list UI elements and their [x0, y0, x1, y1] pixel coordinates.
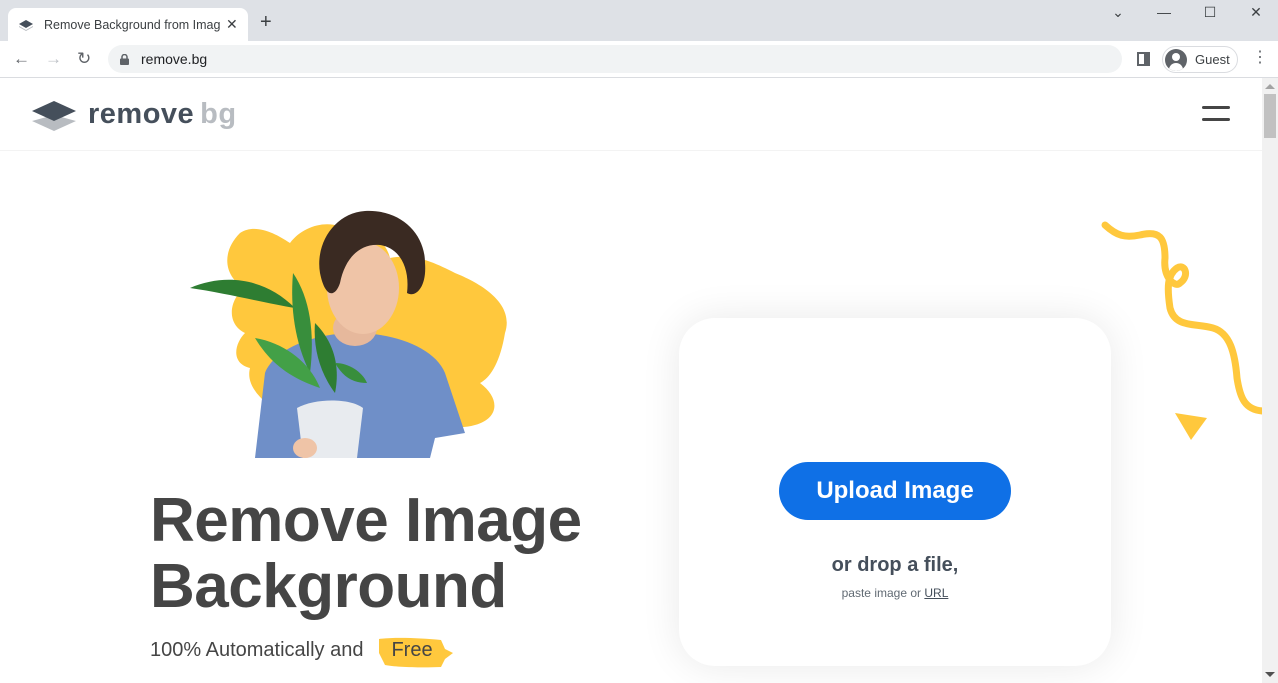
upload-image-button[interactable]: Upload Image [779, 462, 1011, 520]
hamburger-menu-icon[interactable] [1202, 106, 1230, 122]
browser-tab[interactable]: Remove Background from Image ✕ [8, 8, 248, 41]
hero-title-line2: Background [150, 552, 507, 621]
layers-logo-icon [32, 100, 76, 131]
tab-title: Remove Background from Image [44, 17, 220, 32]
browser-toolbar: ← → ↻ remove.bg Guest ⋮ [0, 41, 1278, 78]
url-link[interactable]: URL [924, 586, 948, 600]
site-logo[interactable]: remove bg [32, 98, 237, 131]
url-text: remove.bg [141, 51, 208, 67]
upload-card[interactable]: Upload Image or drop a file, paste image… [679, 318, 1111, 666]
more-menu-icon[interactable]: ⋮ [1252, 50, 1268, 66]
side-panel-icon[interactable] [1137, 52, 1150, 66]
page-scrollbar[interactable] [1262, 78, 1278, 683]
tab-search-icon[interactable]: ⌄ [1098, 4, 1138, 21]
yellow-triangle-shape [1175, 413, 1207, 440]
scroll-up-arrow-icon[interactable] [1265, 84, 1275, 89]
profile-name: Guest [1195, 52, 1230, 67]
back-icon[interactable]: ← [13, 49, 30, 69]
paste-hint: paste image or URL [679, 586, 1111, 600]
squiggle-line-shape [1101, 221, 1262, 415]
new-tab-button[interactable]: + [260, 11, 272, 34]
minimize-button[interactable]: — [1144, 4, 1184, 20]
maximize-button[interactable]: ☐ [1190, 4, 1230, 21]
free-highlight: Free [379, 637, 454, 668]
site-header: remove bg [0, 78, 1262, 151]
page-content: remove bg Remove Image Background 100% Au… [0, 78, 1262, 683]
close-tab-icon[interactable]: ✕ [226, 16, 238, 33]
decorative-squiggle [1101, 221, 1262, 440]
close-window-button[interactable]: ✕ [1236, 4, 1276, 21]
hero-title-line1: Remove Image [150, 486, 582, 555]
profile-button[interactable]: Guest [1162, 46, 1238, 73]
lock-icon [120, 53, 129, 65]
hand-shape [293, 438, 317, 458]
address-bar[interactable]: remove.bg [108, 45, 1122, 73]
paste-hint-text: paste image or [841, 586, 922, 600]
hero-subtitle: 100% Automatically and Free [150, 637, 454, 668]
forward-icon[interactable]: → [45, 49, 62, 69]
scrollbar-thumb[interactable] [1264, 94, 1276, 138]
browser-tabstrip: Remove Background from Image ✕ + ⌄ — ☐ ✕ [0, 0, 1278, 41]
logo-word-remove: remove [88, 98, 195, 130]
hero-title: Remove Image Background [150, 488, 582, 620]
reload-icon[interactable]: ↻ [77, 49, 91, 69]
removebg-layers-icon [19, 19, 33, 31]
scroll-down-arrow-icon[interactable] [1265, 672, 1275, 677]
logo-word-bg: bg [200, 98, 237, 130]
drop-file-text: or drop a file, [831, 554, 959, 576]
free-text: Free [391, 639, 433, 661]
hero-person-image [190, 210, 507, 458]
hero-subtitle-text: 100% Automatically and [150, 639, 364, 661]
avatar-icon [1165, 48, 1187, 71]
